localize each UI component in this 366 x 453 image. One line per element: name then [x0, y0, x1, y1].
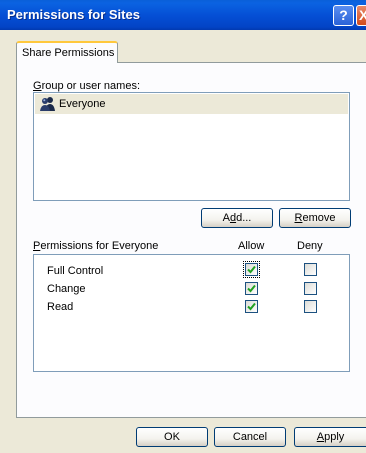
permissions-dialog: Permissions for Sites ? X Share Permissi… — [0, 0, 366, 453]
permissions-header: Permissions for Everyone — [33, 240, 159, 252]
user-name: Everyone — [59, 98, 106, 110]
permissions-list: Full Control Change Read — [33, 254, 350, 372]
add-button[interactable]: Add... — [201, 208, 273, 228]
deny-checkbox-read[interactable] — [304, 300, 317, 313]
close-icon: X — [359, 7, 366, 23]
allow-checkbox-read[interactable] — [245, 300, 258, 313]
ok-button[interactable]: OK — [136, 427, 208, 447]
cancel-button[interactable]: Cancel — [214, 427, 286, 447]
deny-checkbox-full-control[interactable] — [304, 263, 317, 276]
allow-checkbox-full-control[interactable] — [245, 263, 258, 276]
deny-column-header: Deny — [297, 240, 323, 252]
deny-checkbox-change[interactable] — [304, 282, 317, 295]
users-group-icon — [40, 97, 55, 111]
permission-name: Read — [47, 301, 74, 313]
check-icon — [247, 265, 256, 274]
tab-label: Share Permissions — [22, 47, 115, 59]
help-button[interactable]: ? — [333, 5, 354, 26]
close-button[interactable]: X — [356, 5, 366, 26]
help-icon: ? — [339, 7, 348, 23]
window-title: Permissions for Sites — [7, 7, 140, 22]
tab-share-permissions[interactable]: Share Permissions — [16, 41, 118, 63]
allow-checkbox-change[interactable] — [245, 282, 258, 295]
title-bar[interactable]: Permissions for Sites ? X — [0, 0, 366, 30]
list-item[interactable]: Everyone — [35, 94, 348, 114]
apply-button[interactable]: Apply — [294, 427, 366, 447]
remove-button[interactable]: Remove — [279, 208, 351, 228]
group-names-label: Group or user names: — [33, 80, 140, 92]
allow-column-header: Allow — [238, 240, 265, 252]
check-icon — [247, 302, 256, 311]
permission-name: Change — [47, 283, 86, 295]
check-icon — [247, 284, 256, 293]
permission-name: Full Control — [47, 265, 104, 277]
user-listbox[interactable]: Everyone — [33, 92, 350, 201]
